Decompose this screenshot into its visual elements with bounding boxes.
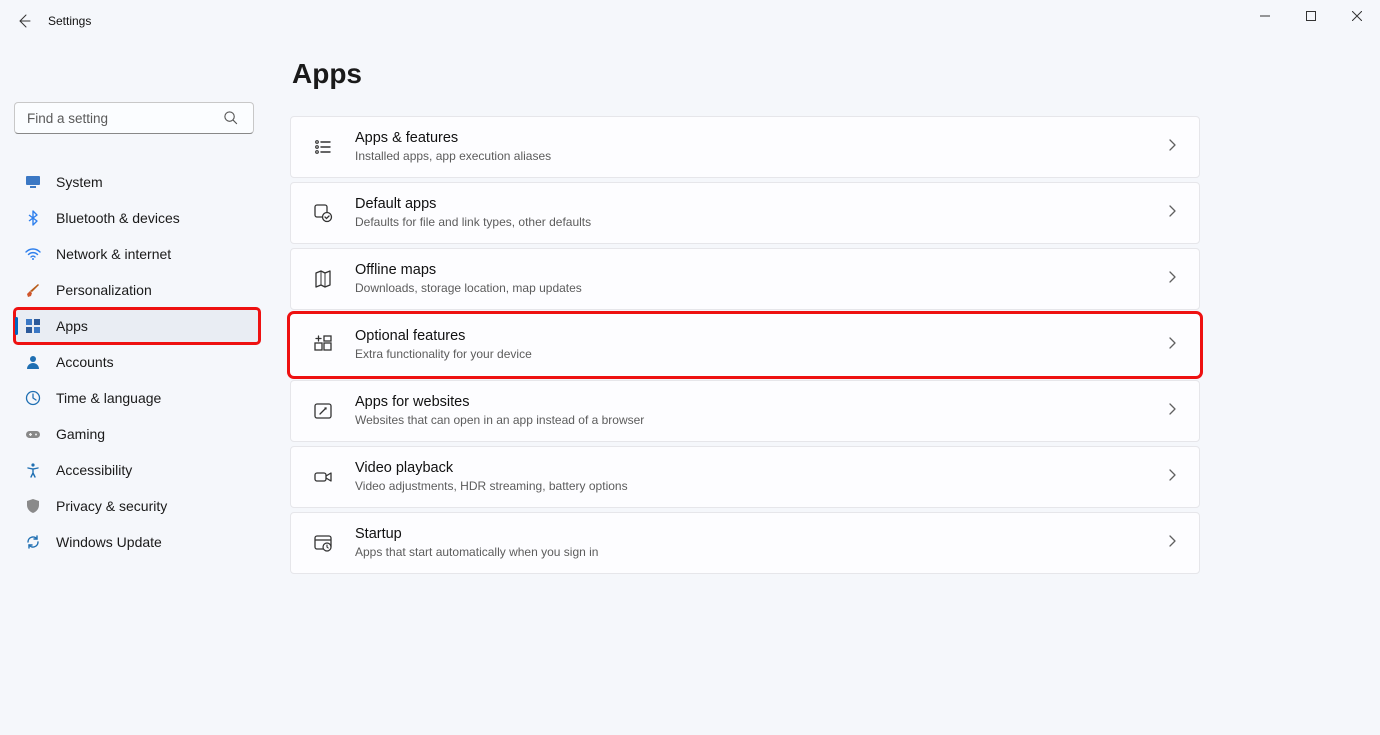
settings-card-list: Apps & featuresInstalled apps, app execu…: [290, 116, 1200, 574]
settings-card-default-apps[interactable]: Default appsDefaults for file and link t…: [290, 182, 1200, 244]
sidebar-item-bluetooth-devices[interactable]: Bluetooth & devices: [14, 200, 260, 236]
wifi-icon: [24, 245, 42, 263]
sidebar-item-label: Apps: [56, 318, 88, 334]
sidebar-item-time-language[interactable]: Time & language: [14, 380, 260, 416]
back-button[interactable]: [8, 5, 40, 37]
sidebar-item-accounts[interactable]: Accounts: [14, 344, 260, 380]
sidebar-nav: System Bluetooth & devices Network & inter…: [14, 164, 260, 560]
chevron-right-icon: [1165, 402, 1179, 421]
settings-card-apps-for-websites[interactable]: Apps for websitesWebsites that can open …: [290, 380, 1200, 442]
main-content: Apps Apps & featuresInstalled apps, app …: [270, 42, 1380, 735]
apps-icon: [24, 317, 42, 335]
chevron-right-icon: [1165, 204, 1179, 223]
chevron-right-icon: [1165, 138, 1179, 157]
video-icon: [311, 465, 335, 489]
card-text: Apps for websitesWebsites that can open …: [355, 393, 1153, 429]
search-input[interactable]: [14, 102, 254, 134]
bluetooth-icon: [24, 209, 42, 227]
card-title: Apps for websites: [355, 393, 1153, 412]
sidebar-item-network-internet[interactable]: Network & internet: [14, 236, 260, 272]
page-title: Apps: [292, 58, 1200, 90]
sidebar-item-personalization[interactable]: Personalization: [14, 272, 260, 308]
sidebar-item-label: Network & internet: [56, 246, 171, 262]
gamepad-icon: [24, 425, 42, 443]
minimize-button[interactable]: [1242, 0, 1288, 32]
card-text: Apps & featuresInstalled apps, app execu…: [355, 129, 1153, 165]
settings-card-apps-features[interactable]: Apps & featuresInstalled apps, app execu…: [290, 116, 1200, 178]
settings-card-optional-features[interactable]: Optional featuresExtra functionality for…: [290, 314, 1200, 376]
maximize-icon: [1306, 11, 1316, 21]
card-subtitle: Apps that start automatically when you s…: [355, 544, 1153, 561]
card-text: Default appsDefaults for file and link t…: [355, 195, 1153, 231]
close-icon: [1352, 11, 1362, 21]
sidebar-item-label: Gaming: [56, 426, 105, 442]
sidebar-item-privacy-security[interactable]: Privacy & security: [14, 488, 260, 524]
window-controls: [1242, 0, 1380, 32]
card-title: Video playback: [355, 459, 1153, 478]
link-app-icon: [311, 399, 335, 423]
startup-icon: [311, 531, 335, 555]
sidebar-item-label: Privacy & security: [56, 498, 167, 514]
sidebar-item-accessibility[interactable]: Accessibility: [14, 452, 260, 488]
chevron-right-icon: [1165, 468, 1179, 487]
sidebar-item-label: Accounts: [56, 354, 114, 370]
chevron-right-icon: [1165, 336, 1179, 355]
shield-icon: [24, 497, 42, 515]
card-title: Optional features: [355, 327, 1153, 346]
card-text: Optional featuresExtra functionality for…: [355, 327, 1153, 363]
default-apps-icon: [311, 201, 335, 225]
sidebar-item-apps[interactable]: Apps: [14, 308, 260, 344]
settings-card-startup[interactable]: StartupApps that start automatically whe…: [290, 512, 1200, 574]
sidebar-item-label: Bluetooth & devices: [56, 210, 180, 226]
sidebar-item-label: Accessibility: [56, 462, 132, 478]
sidebar: System Bluetooth & devices Network & inter…: [0, 42, 270, 735]
list-icon: [311, 135, 335, 159]
display-icon: [24, 173, 42, 191]
clock-globe-icon: [24, 389, 42, 407]
sidebar-item-windows-update[interactable]: Windows Update: [14, 524, 260, 560]
card-subtitle: Extra functionality for your device: [355, 346, 1153, 363]
optional-features-icon: [311, 333, 335, 357]
chevron-right-icon: [1165, 534, 1179, 553]
sidebar-item-label: Personalization: [56, 282, 152, 298]
card-subtitle: Installed apps, app execution aliases: [355, 148, 1153, 165]
search-wrap: [14, 102, 260, 134]
sidebar-item-label: Windows Update: [56, 534, 162, 550]
card-text: Offline mapsDownloads, storage location,…: [355, 261, 1153, 297]
card-subtitle: Video adjustments, HDR streaming, batter…: [355, 478, 1153, 495]
settings-card-video-playback[interactable]: Video playbackVideo adjustments, HDR str…: [290, 446, 1200, 508]
person-icon: [24, 353, 42, 371]
paintbrush-icon: [24, 281, 42, 299]
sidebar-item-label: System: [56, 174, 103, 190]
card-subtitle: Downloads, storage location, map updates: [355, 280, 1153, 297]
card-title: Startup: [355, 525, 1153, 544]
map-icon: [311, 267, 335, 291]
minimize-icon: [1260, 11, 1270, 21]
card-subtitle: Defaults for file and link types, other …: [355, 214, 1153, 231]
titlebar: Settings: [0, 0, 1380, 42]
maximize-button[interactable]: [1288, 0, 1334, 32]
sidebar-item-label: Time & language: [56, 390, 161, 406]
sidebar-item-gaming[interactable]: Gaming: [14, 416, 260, 452]
chevron-right-icon: [1165, 270, 1179, 289]
close-button[interactable]: [1334, 0, 1380, 32]
window-title: Settings: [48, 14, 91, 28]
settings-card-offline-maps[interactable]: Offline mapsDownloads, storage location,…: [290, 248, 1200, 310]
card-subtitle: Websites that can open in an app instead…: [355, 412, 1153, 429]
card-title: Offline maps: [355, 261, 1153, 280]
update-icon: [24, 533, 42, 551]
card-text: Video playbackVideo adjustments, HDR str…: [355, 459, 1153, 495]
card-title: Apps & features: [355, 129, 1153, 148]
sidebar-item-system[interactable]: System: [14, 164, 260, 200]
accessibility-icon: [24, 461, 42, 479]
arrow-left-icon: [16, 13, 32, 29]
card-title: Default apps: [355, 195, 1153, 214]
card-text: StartupApps that start automatically whe…: [355, 525, 1153, 561]
